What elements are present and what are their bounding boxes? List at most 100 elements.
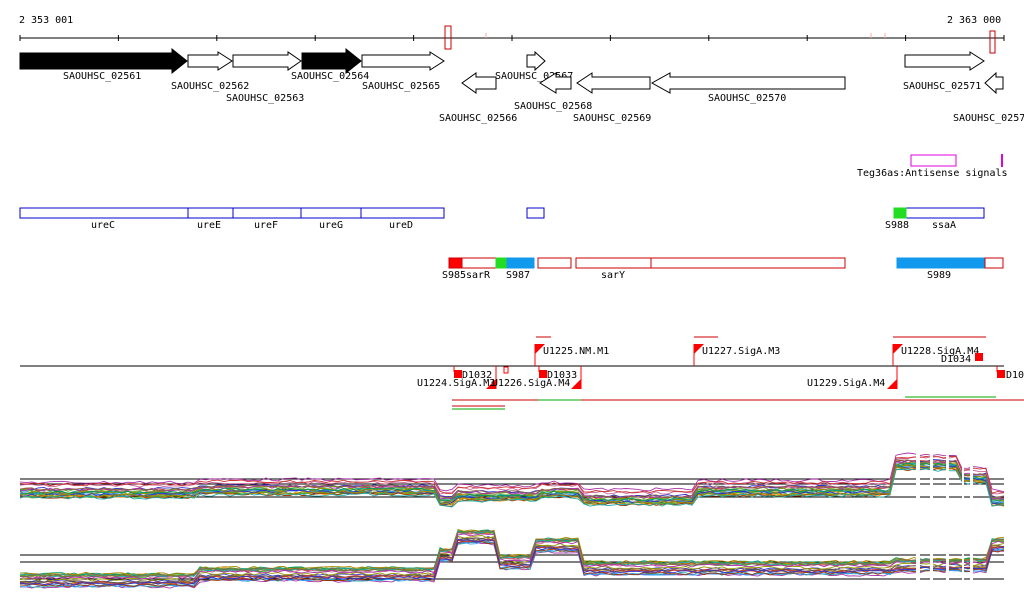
terminator-d10[interactable]: D10 <box>996 366 1024 381</box>
promoter-label: U1225.NM.M1 <box>543 346 609 357</box>
gene-name-box[interactable] <box>187 207 234 219</box>
segment-label: S988 <box>885 220 909 231</box>
expression-curves <box>19 452 1005 508</box>
data-gap <box>970 452 973 502</box>
promoter-u1229[interactable]: U1229.SigA.M4 <box>807 366 898 389</box>
data-gap <box>916 530 920 585</box>
gene-name-box[interactable] <box>360 207 445 219</box>
gene-arrow[interactable] <box>301 47 362 75</box>
data-gap <box>946 530 949 585</box>
gene-arrow[interactable] <box>904 51 985 71</box>
segment-label: S987 <box>506 270 530 281</box>
gene-name-label: ureD <box>389 220 413 231</box>
genome-track-view: 2 353 001 2 363 000 SAOUHSC_02561 SAOUHS… <box>19 15 1024 589</box>
data-gap <box>930 530 933 585</box>
terminator-label: D1033 <box>547 370 577 381</box>
promoter-label: U1229.SigA.M4 <box>807 378 885 389</box>
gene-label: SAOUHSC_02563 <box>226 93 304 104</box>
data-gap <box>962 452 964 502</box>
gene-name-box[interactable] <box>19 207 189 219</box>
gene-name-label: ureF <box>254 220 278 231</box>
segment-box[interactable] <box>984 257 1004 269</box>
terminator-d1034[interactable]: D1034 <box>941 353 983 365</box>
coordinate-ruler: 2 353 001 2 363 000 <box>19 15 1005 54</box>
gene-saouhsc-02569[interactable]: SAOUHSC_02569 <box>573 72 651 124</box>
gene-name-label: ureG <box>319 220 343 231</box>
segment-box-s985[interactable] <box>448 257 463 269</box>
expression-panel-bottom <box>19 529 1005 589</box>
segment-box-s988[interactable] <box>893 207 907 219</box>
antisense-track: Teg36as:Antisense signals <box>857 154 1008 179</box>
data-gap <box>916 452 920 502</box>
terminator-icon <box>975 353 983 361</box>
data-gap <box>930 452 933 502</box>
gene-arrow[interactable] <box>187 51 233 71</box>
gene-label: SAOUHSC_0257 <box>953 113 1024 124</box>
terminator-marker[interactable] <box>503 366 509 374</box>
gene-arrow[interactable] <box>19 47 188 75</box>
gene-name-label: ureC <box>91 220 115 231</box>
genome-browser: 2 353 001 2 363 000 SAOUHSC_02561 SAOUHS… <box>0 0 1024 611</box>
gene-arrow[interactable] <box>576 72 651 94</box>
gene-name-box[interactable] <box>905 207 985 219</box>
gene-arrow[interactable] <box>361 51 445 71</box>
data-gap <box>946 452 949 502</box>
segment-box-sary[interactable] <box>575 257 652 269</box>
data-gap <box>962 530 964 585</box>
gene-arrow[interactable] <box>461 72 497 94</box>
terminator-icon <box>454 370 462 378</box>
ruler-start-label: 2 353 001 <box>19 15 73 26</box>
segment-label: sarY <box>601 270 625 281</box>
expression-panel-top <box>19 452 1005 508</box>
gene-arrow[interactable] <box>232 51 302 71</box>
gene-name-label: ureE <box>197 220 221 231</box>
segment-box-s987[interactable] <box>495 257 508 269</box>
gene-arrow[interactable] <box>650 72 846 94</box>
gene-saouhsc-02564[interactable]: SAOUHSC_02564 <box>291 47 369 82</box>
gene-label: SAOUHSC_02561 <box>63 71 141 82</box>
gene-label: SAOUHSC_02566 <box>439 113 517 124</box>
promoter-u1227[interactable]: U1227.SigA.M3 <box>693 344 780 366</box>
segment-label: S985 <box>442 270 466 281</box>
gene-label: SAOUHSC_02565 <box>362 81 440 92</box>
gene-label: SAOUHSC_02570 <box>708 93 786 104</box>
segment-box-sarr[interactable] <box>461 257 497 269</box>
segment-box[interactable] <box>650 257 846 269</box>
gene-saouhsc-02571[interactable]: SAOUHSC_02571 <box>903 51 985 92</box>
gene-label: SAOUHSC_02568 <box>514 101 592 112</box>
antisense-box[interactable] <box>910 154 957 167</box>
segment-box-blue[interactable] <box>506 257 535 269</box>
gene-label: SAOUHSC_02562 <box>171 81 249 92</box>
terminator-label: D1034 <box>941 354 971 365</box>
segment-box-s989[interactable] <box>896 257 986 269</box>
gene-track: SAOUHSC_02561 SAOUHSC_02562 SAOUHSC_0256… <box>19 47 1024 124</box>
ruler-highlight-marker[interactable] <box>989 30 996 54</box>
gene-name-track: ureC ureE ureF ureG ureD ssaA S988 <box>19 207 985 231</box>
terminator-icon <box>539 370 547 378</box>
promoter-flag-icon <box>887 379 897 389</box>
gene-label: SAOUHSC_02571 <box>903 81 981 92</box>
ruler-end-label: 2 363 000 <box>947 15 1001 26</box>
gene-name-box[interactable] <box>232 207 302 219</box>
promoter-u1225[interactable]: U1225.NM.M1 <box>534 344 609 366</box>
promoter-label: U1227.SigA.M3 <box>702 346 780 357</box>
gene-arrow[interactable] <box>526 50 546 72</box>
terminator-icon <box>997 370 1005 378</box>
segment-label: sarR <box>466 270 491 281</box>
segment-box[interactable] <box>537 257 572 269</box>
gene-arrow[interactable] <box>984 71 1004 95</box>
segment-track: S985 sarR S987 sarY S989 <box>442 257 1004 281</box>
gene-label: SAOUHSC_02564 <box>291 71 369 82</box>
gene-name-label: ssaA <box>932 220 956 231</box>
antisense-label: Teg36as:Antisense signals <box>857 168 1008 179</box>
transcript-track <box>452 396 1024 410</box>
terminator-label: D10 <box>1006 370 1024 381</box>
gene-name-box[interactable] <box>526 207 545 219</box>
promoter-track: U1225.NM.M1 U1227.SigA.M3 U1228.SigA.M4 … <box>20 336 1024 389</box>
gene-label: SAOUHSC_02569 <box>573 113 651 124</box>
terminator-label: D1032 <box>462 370 492 381</box>
gene-name-box[interactable] <box>300 207 362 219</box>
gene-saouhsc-02561[interactable]: SAOUHSC_02561 <box>19 47 188 82</box>
gene-saouhsc-02565[interactable]: SAOUHSC_02565 <box>361 51 445 92</box>
gene-saouhsc-02570[interactable]: SAOUHSC_02570 <box>650 72 846 104</box>
